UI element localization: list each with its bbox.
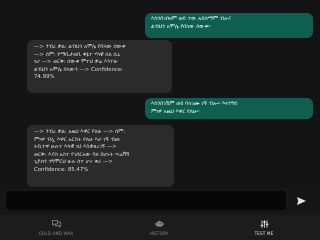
message-input[interactable] <box>6 195 286 214</box>
message-list: እስንበገበዛም ወይ ተው አይሰማም ብሎ! ልብህን አሞሌ የበላው ሰ… <box>0 0 320 188</box>
chat-bubbles-icon <box>51 220 61 228</box>
bottom-navigation: GOLD AND WAX HISTORY TEST ME <box>0 215 320 240</box>
nav-label: HISTORY <box>149 231 169 236</box>
message-input-wrapper <box>6 191 286 214</box>
robot-icon <box>154 220 164 228</box>
nav-test-me[interactable]: TEST ME <box>224 215 304 240</box>
nav-gold-and-wax[interactable]: GOLD AND WAX <box>16 215 96 240</box>
bot-message: —> ንብረ ቃል: አዜህ እዋር የለሁ —> ሰም: ምነዋ ብሏ እዋር… <box>27 125 174 187</box>
composer-bar <box>0 188 320 215</box>
chat-app: እስንበገበዛም ወይ ተው አይሰማም ብሎ! ልብህን አሞሌ የበላው ሰ… <box>0 0 320 240</box>
send-button[interactable] <box>293 193 309 209</box>
user-message: እስንበገሽም ወይ ባላገሙ ነኝ ብሎ። እናንዓይ ምነዋ አዜህ እዋር… <box>145 98 313 119</box>
nav-history[interactable]: HISTORY <box>119 215 199 240</box>
sliders-icon <box>260 220 269 228</box>
user-message: እስንበገበዛም ወይ ተው አይሰማም ብሎ! ልብህን አሞሌ የበላው ሰ… <box>145 13 313 38</box>
nav-label: TEST ME <box>254 231 274 236</box>
nav-label: GOLD AND WAX <box>38 231 74 236</box>
bot-message: —> ንብረ ቃል: ልብህን አሞሌ የበላው ሰውቀ —> ሰም: የማቢታ… <box>27 40 172 93</box>
send-icon <box>296 197 306 205</box>
